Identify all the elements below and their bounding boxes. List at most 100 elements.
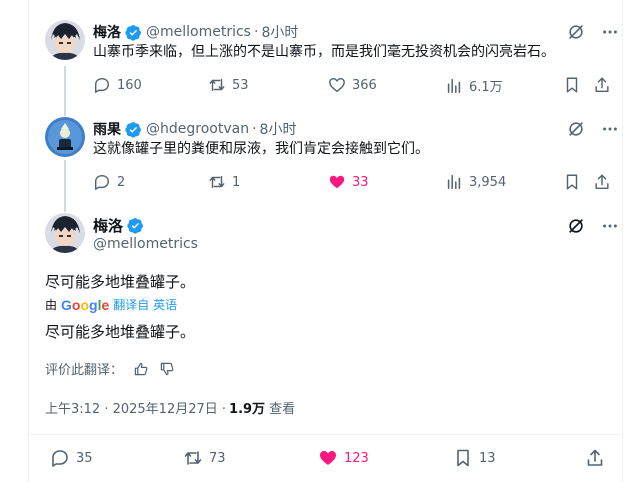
separator-dot: · — [252, 121, 257, 137]
verified-badge-icon — [127, 218, 143, 234]
views-icon — [447, 174, 461, 190]
retweet-count: 73 — [209, 450, 226, 466]
divider — [28, 434, 622, 435]
handle[interactable]: @mellometrics — [146, 24, 251, 40]
retweet-icon — [209, 175, 225, 189]
bookmark-button[interactable]: 13 — [453, 448, 496, 468]
avatar-image — [45, 213, 85, 253]
views-button[interactable]: 3,954 — [445, 173, 506, 191]
translated-from-link[interactable]: 翻译自 英语 — [113, 296, 177, 313]
rate-translation-row: 评价此翻译： — [45, 359, 175, 378]
reply-count: 35 — [76, 450, 93, 466]
views-count: 6.1万 — [469, 80, 503, 95]
separator-dot: · — [253, 24, 259, 40]
bookmark-button[interactable] — [563, 76, 581, 94]
like-count: 33 — [352, 174, 369, 190]
rate-translation-label: 评价此翻译： — [45, 363, 124, 378]
views-icon — [447, 78, 461, 93]
like-count: 123 — [344, 450, 369, 466]
views-label: 查看 — [269, 402, 296, 417]
like-button[interactable]: 123 — [318, 448, 369, 468]
share-icon — [595, 77, 609, 93]
display-name[interactable]: 雨果 — [93, 119, 121, 139]
retweet-icon — [184, 451, 202, 465]
thread-line — [64, 160, 66, 212]
google-logo: Google — [61, 296, 110, 313]
grok-icon[interactable] — [566, 22, 586, 42]
bookmark-icon — [566, 174, 578, 190]
reply-button[interactable]: 35 — [50, 448, 93, 468]
column-left-border — [28, 0, 29, 482]
handle[interactable]: @mellometrics — [93, 236, 198, 252]
translated-by-label: 由 — [45, 298, 58, 312]
more-icon[interactable] — [600, 216, 620, 236]
display-name[interactable]: 梅洛 — [93, 22, 121, 42]
avatar[interactable] — [45, 20, 85, 60]
reply-count: 2 — [117, 174, 126, 190]
tweet-action-bar: 160 53 366 6.1万 — [93, 76, 613, 96]
bookmark-icon — [566, 77, 578, 93]
tweet-text: 山寨币季来临，但上涨的不是山寨币，而是我们毫无投资机会的闪亮岩石。 — [93, 44, 555, 60]
thread-line — [64, 66, 66, 116]
avatar-image — [45, 117, 85, 157]
views-count: 1.9万 — [229, 402, 266, 417]
like-button[interactable]: 33 — [328, 173, 369, 191]
heart-icon — [329, 77, 345, 93]
reply-count: 160 — [117, 77, 142, 93]
tweet-top-icons — [566, 216, 620, 236]
tweet-meta: 上午3:12 · 2025年12月27日 · 1.9万 查看 — [45, 398, 295, 417]
display-name[interactable]: 梅洛 — [93, 215, 123, 236]
avatar[interactable] — [45, 117, 85, 157]
bookmark-button[interactable] — [563, 173, 581, 191]
retweet-icon — [209, 78, 225, 92]
tweet-header: 雨果 @hdegrootvan · 8小时 — [93, 119, 296, 139]
timestamp[interactable]: 8小时 — [260, 119, 297, 139]
post-timestamp[interactable]: 上午3:12 · 2025年12月27日 · — [45, 398, 226, 417]
main-tweet-header: 梅洛 — [93, 215, 144, 236]
grok-icon[interactable] — [566, 119, 586, 139]
tweet-top-icons — [566, 22, 620, 42]
retweet-button[interactable]: 1 — [208, 173, 240, 191]
retweet-count: 1 — [232, 174, 241, 190]
timestamp[interactable]: 8小时 — [261, 22, 298, 42]
share-button[interactable] — [585, 448, 605, 468]
thumbs-up-icon[interactable] — [133, 361, 149, 377]
reply-icon — [94, 77, 110, 93]
main-tweet-text: 尽可能多地堆叠罐子。 — [45, 273, 196, 291]
thumbs-down-icon[interactable] — [159, 361, 175, 377]
avatar[interactable] — [45, 213, 85, 253]
share-icon — [587, 449, 603, 466]
reply-button[interactable]: 2 — [93, 173, 125, 191]
heart-filled-icon — [329, 175, 345, 189]
retweet-count: 53 — [232, 77, 249, 93]
handle[interactable]: @hdegrootvan — [146, 121, 249, 137]
reply-icon — [94, 174, 110, 190]
more-icon[interactable] — [600, 119, 620, 139]
retweet-button[interactable]: 53 — [208, 76, 249, 94]
tweet-top-icons — [566, 119, 620, 139]
like-count: 366 — [352, 77, 377, 93]
avatar-image — [45, 20, 85, 60]
views-button[interactable]: 6.1万 — [445, 76, 503, 95]
grok-icon[interactable] — [566, 216, 586, 236]
translation-attribution: 由 Google 翻译自 英语 — [45, 296, 177, 313]
more-icon[interactable] — [600, 22, 620, 42]
verified-badge-icon — [125, 24, 141, 41]
share-button[interactable] — [593, 173, 611, 191]
translated-text: 尽可能多地堆叠罐子。 — [45, 323, 196, 341]
heart-filled-icon — [320, 451, 336, 465]
reply-button[interactable]: 160 — [93, 76, 142, 94]
main-action-bar: 35 73 123 13 — [45, 448, 615, 470]
verified-badge-icon — [125, 121, 141, 138]
views-count: 3,954 — [469, 174, 507, 190]
column-right-border — [622, 0, 623, 482]
like-button[interactable]: 366 — [328, 76, 377, 94]
tweet-header: 梅洛 @mellometrics · 8小时 — [93, 22, 298, 42]
share-button[interactable] — [593, 76, 611, 94]
reply-icon — [52, 450, 68, 467]
tweet-text: 这就像罐子里的粪便和尿液，我们肯定会接触到它们。 — [93, 141, 429, 157]
bookmark-icon — [457, 449, 469, 467]
retweet-button[interactable]: 73 — [183, 448, 226, 468]
bookmark-count: 13 — [479, 450, 496, 466]
tweet-action-bar: 2 1 33 3,954 — [93, 173, 613, 193]
